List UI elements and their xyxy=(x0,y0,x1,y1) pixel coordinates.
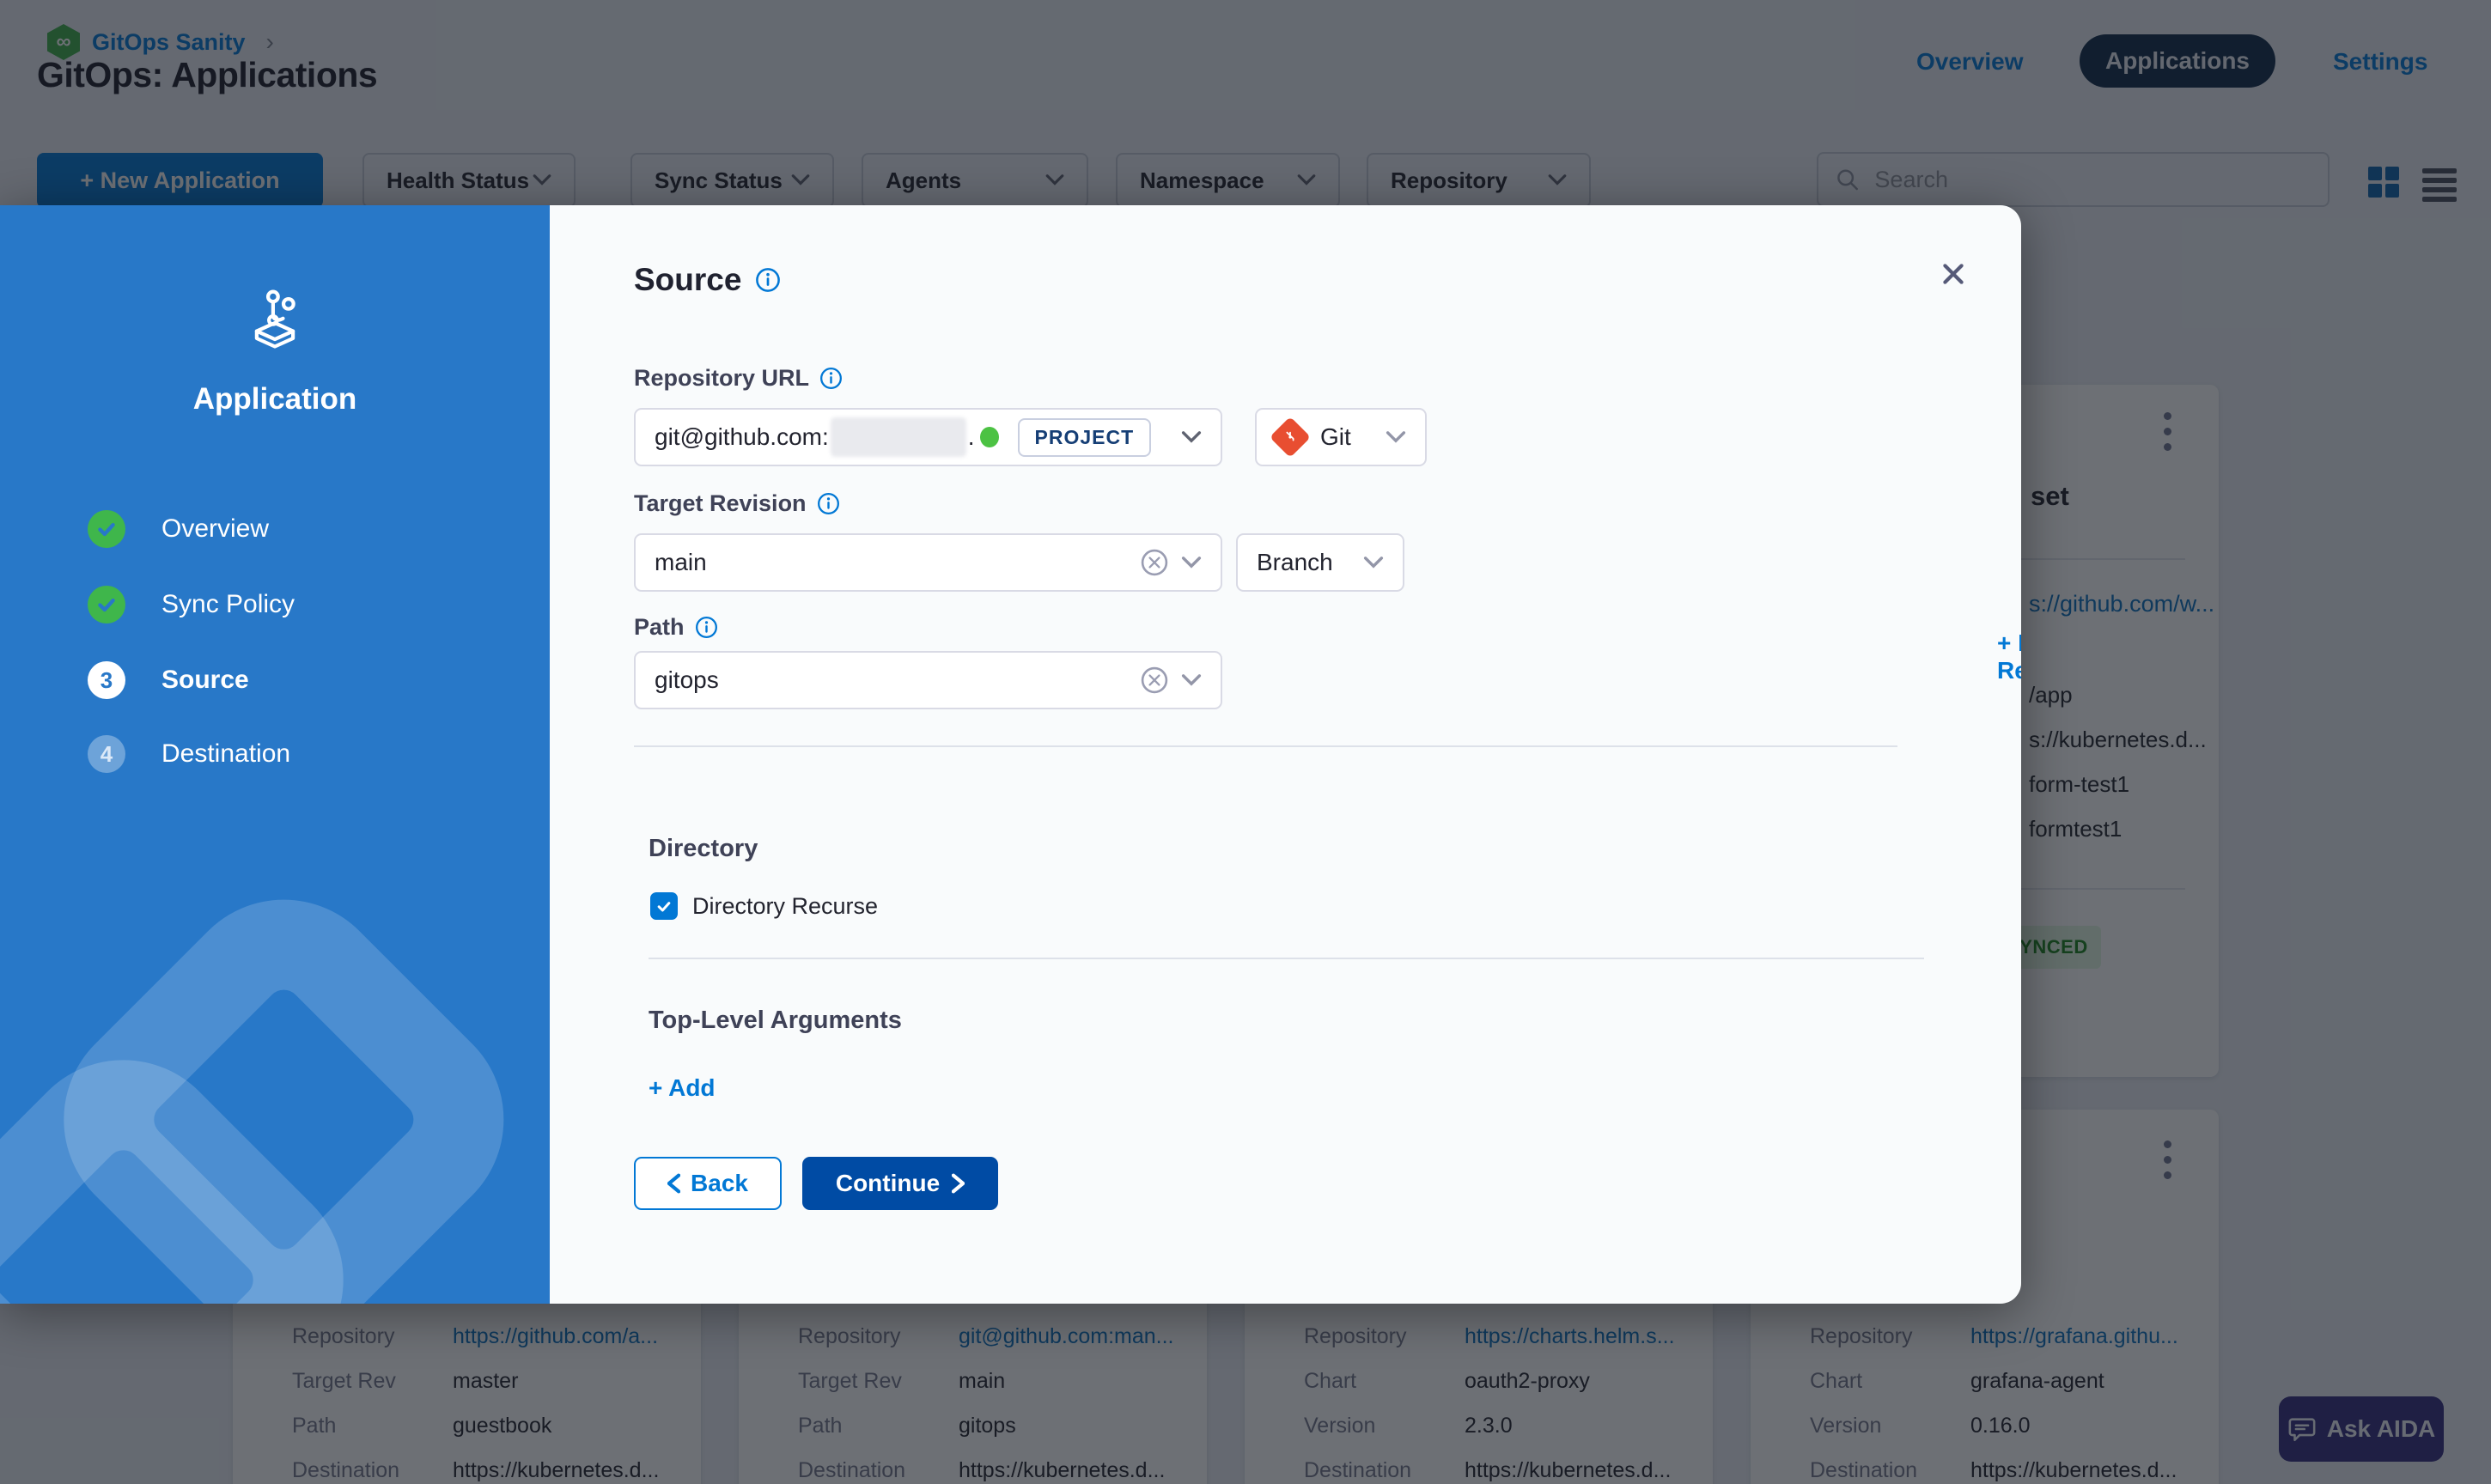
wizard-step-overview[interactable]: Overview xyxy=(88,510,269,548)
check-icon xyxy=(655,897,673,915)
revision-type-select[interactable]: Branch xyxy=(1236,533,1404,592)
directory-recurse-label[interactable]: Directory Recurse xyxy=(692,893,878,920)
path-label: Path xyxy=(634,614,685,641)
step-done-check-icon xyxy=(88,510,125,548)
top-level-arguments-heading: Top-Level Arguments xyxy=(649,1007,902,1035)
wizard-step-source[interactable]: 3 Source xyxy=(88,661,249,699)
scope-badge: PROJECT xyxy=(1018,418,1152,457)
wizard-step-sync-policy[interactable]: Sync Policy xyxy=(88,586,295,623)
directory-recurse-checkbox[interactable] xyxy=(650,892,678,920)
repo-type-select[interactable]: Git xyxy=(1255,408,1427,466)
wizard-sidebar: Application Overview Sync Policy 3 Sourc… xyxy=(0,205,550,1304)
target-revision-label: Target Revision xyxy=(634,490,807,517)
info-icon[interactable] xyxy=(817,492,840,515)
repo-url-input[interactable]: git@github.com: . PROJECT xyxy=(634,408,1222,466)
step-done-check-icon xyxy=(88,586,125,623)
section-divider xyxy=(649,958,1924,959)
git-icon xyxy=(1270,417,1311,458)
new-repository-link[interactable]: + New Repository xyxy=(1997,629,2021,684)
clear-icon[interactable] xyxy=(1140,548,1169,577)
wizard-title: Application xyxy=(0,382,550,417)
back-button[interactable]: Back xyxy=(634,1157,782,1210)
directory-heading: Directory xyxy=(649,835,758,863)
target-revision-input[interactable]: main xyxy=(634,533,1222,592)
gitops-watermark xyxy=(0,779,550,1304)
add-argument-link[interactable]: + Add xyxy=(649,1074,716,1102)
repo-verified-dot-icon xyxy=(980,427,999,447)
close-icon[interactable] xyxy=(1934,255,1972,293)
gitops-applications-page: ∞ GitOps Sanity › GitOps: Applications O… xyxy=(0,0,2491,1484)
chevron-down-icon[interactable] xyxy=(1363,556,1384,569)
path-input[interactable]: gitops xyxy=(634,651,1222,709)
chevron-down-icon[interactable] xyxy=(1181,556,1202,569)
continue-button[interactable]: Continue xyxy=(802,1157,998,1210)
source-step-panel: Source Repository URL git@github.com: . … xyxy=(550,205,2021,1304)
step-number-badge: 3 xyxy=(88,661,125,699)
clear-icon[interactable] xyxy=(1140,666,1169,695)
redacted-blur xyxy=(831,417,966,457)
chevron-left-icon xyxy=(667,1173,680,1194)
section-divider xyxy=(634,745,1897,747)
wizard-step-destination[interactable]: 4 Destination xyxy=(88,735,290,773)
info-icon[interactable] xyxy=(819,367,843,390)
info-icon[interactable] xyxy=(695,616,718,639)
chevron-down-icon[interactable] xyxy=(1181,431,1202,444)
repo-url-label: Repository URL xyxy=(634,365,809,392)
panel-heading: Source xyxy=(634,262,741,298)
chevron-right-icon xyxy=(952,1173,965,1194)
info-icon[interactable] xyxy=(755,267,781,293)
application-icon xyxy=(246,289,304,355)
chevron-down-icon[interactable] xyxy=(1181,674,1202,687)
chevron-down-icon[interactable] xyxy=(1386,431,1406,444)
step-number-badge: 4 xyxy=(88,735,125,773)
new-application-modal: Application Overview Sync Policy 3 Sourc… xyxy=(0,205,2021,1304)
